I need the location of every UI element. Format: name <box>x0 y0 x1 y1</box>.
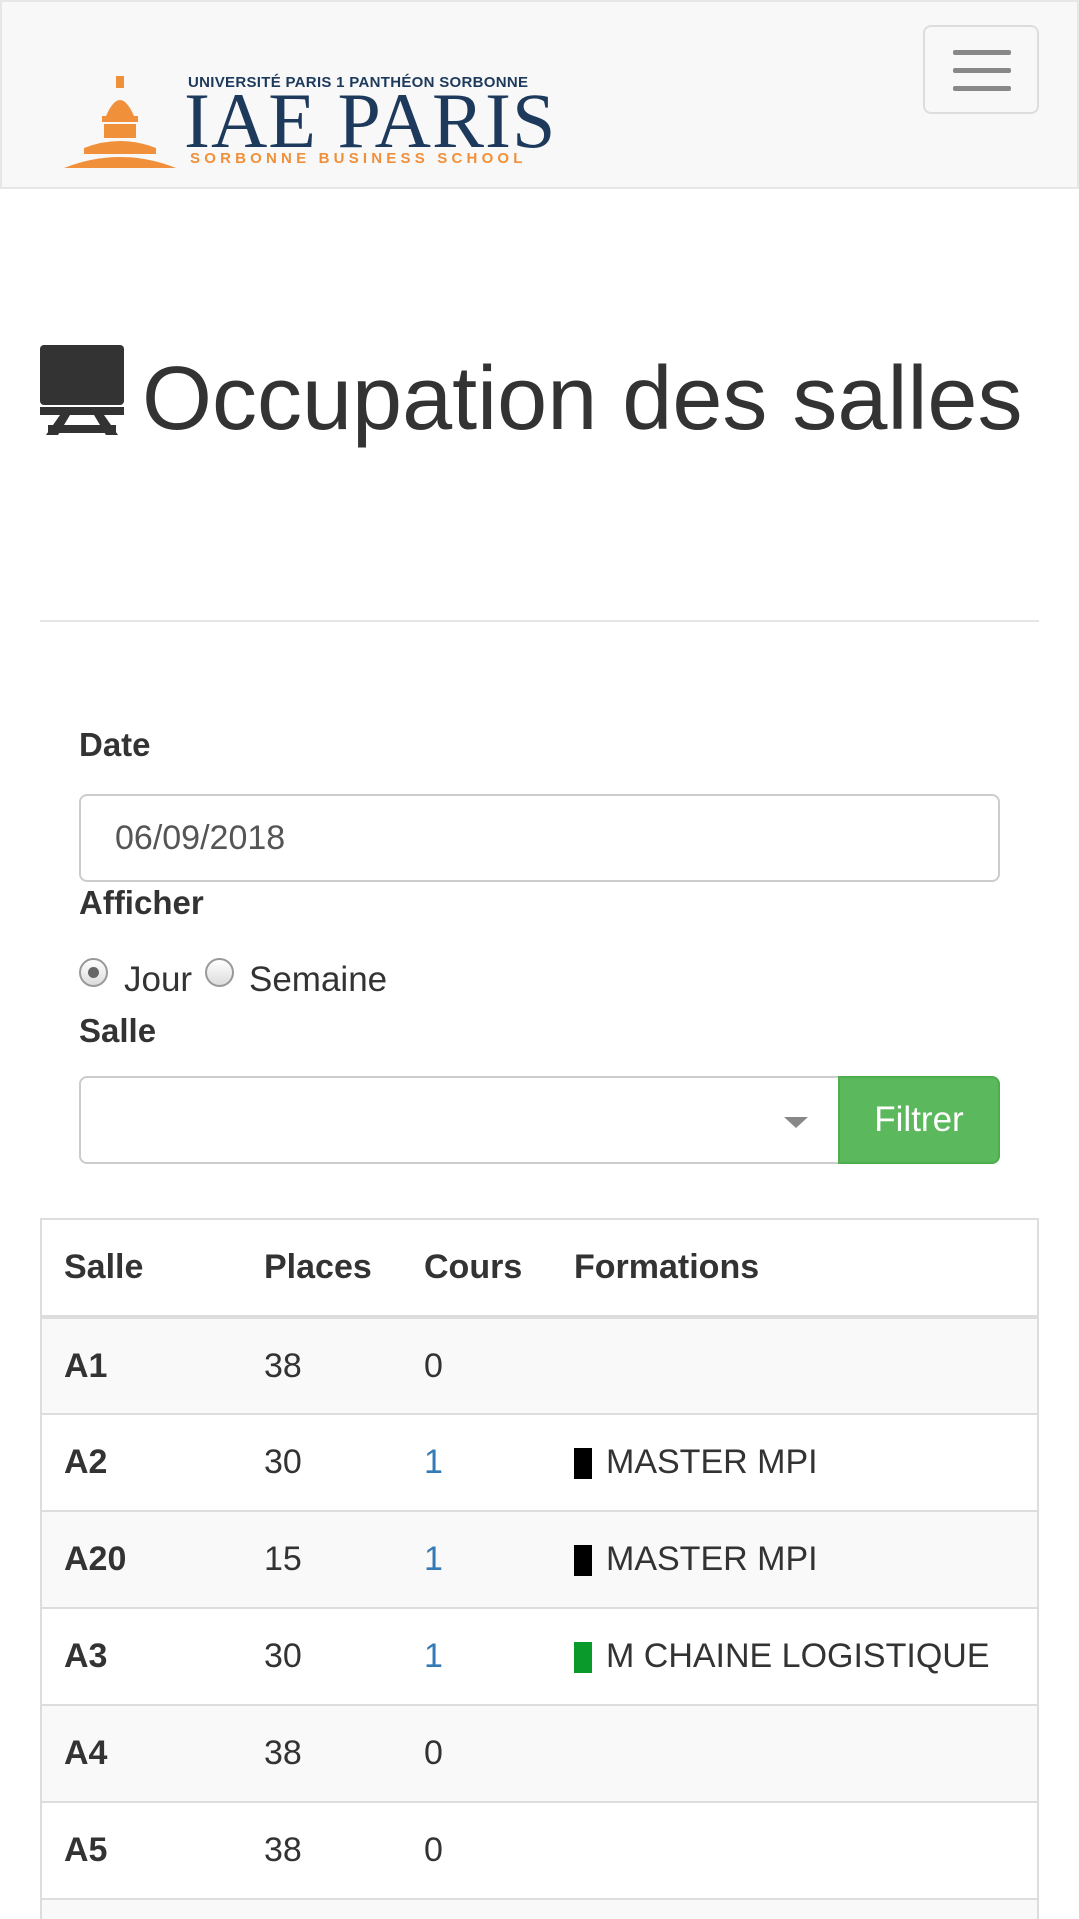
cell-formation <box>552 1801 1037 1899</box>
page-header: Occupation des salles <box>40 345 1040 450</box>
formation-name: M CHAINE LOGISTIQUE <box>606 1637 990 1675</box>
cell-cours: 0 <box>402 1801 552 1899</box>
cell-salle <box>42 1898 242 1919</box>
logo-brand-text: IAE PARIS <box>184 77 557 164</box>
rooms-table-grid: Salle Places Cours Formations A1 38 0 A2… <box>42 1220 1037 1919</box>
radio-semaine-label[interactable]: Semaine <box>249 960 387 1000</box>
formation-color-swatch <box>574 1642 592 1673</box>
cell-salle: A1 <box>42 1316 242 1414</box>
filter-button[interactable]: Filtrer <box>838 1076 1000 1164</box>
cell-places: 30 <box>242 1413 402 1511</box>
col-header-formations: Formations <box>552 1220 1037 1319</box>
table-row: A4 38 0 <box>42 1704 1037 1802</box>
table-header-row: Salle Places Cours Formations <box>42 1220 1037 1319</box>
date-field[interactable]: 06/09/2018 <box>79 794 1000 882</box>
hamburger-icon-bar <box>953 68 1011 73</box>
navbar: UNIVERSITÉ PARIS 1 PANTHÉON SORBONNE IAE… <box>0 0 1079 189</box>
table-row: A5 38 0 <box>42 1801 1037 1899</box>
formation-color-swatch <box>574 1545 592 1576</box>
display-label: Afficher <box>79 884 204 921</box>
cell-salle: A20 <box>42 1510 242 1608</box>
cell-formation: MASTER MPI <box>552 1510 1037 1608</box>
cell-salle: A5 <box>42 1801 242 1899</box>
page-title-text: Occupation des salles <box>142 349 1023 449</box>
cell-cours <box>402 1898 552 1919</box>
table-row: A20 15 1 MASTER MPI <box>42 1510 1037 1608</box>
logo-tagline: SORBONNE BUSINESS SCHOOL <box>190 150 527 167</box>
cell-places: 15 <box>242 1510 402 1608</box>
cell-salle: A4 <box>42 1704 242 1802</box>
cell-cours[interactable]: 1 <box>402 1510 552 1608</box>
chevron-down-icon <box>784 1117 808 1128</box>
formation-name: MASTER MPI <box>606 1540 818 1578</box>
cell-places: 38 <box>242 1801 402 1899</box>
col-header-places: Places <box>242 1220 402 1319</box>
table-row: A3 30 1 M CHAINE LOGISTIQUE <box>42 1607 1037 1705</box>
cours-count-link[interactable]: 1 <box>424 1443 443 1481</box>
cell-cours: 0 <box>402 1704 552 1802</box>
cell-places: 30 <box>242 1607 402 1705</box>
cell-salle: A2 <box>42 1413 242 1511</box>
cell-cours[interactable]: 1 <box>402 1607 552 1705</box>
radio-jour[interactable] <box>79 958 108 987</box>
menu-toggle-button[interactable] <box>923 25 1039 114</box>
cell-places <box>242 1898 402 1919</box>
cell-formation <box>552 1704 1037 1802</box>
cell-places: 38 <box>242 1316 402 1414</box>
desk-icon <box>40 345 124 435</box>
col-header-salle: Salle <box>42 1220 242 1319</box>
iae-paris-logo[interactable]: UNIVERSITÉ PARIS 1 PANTHÉON SORBONNE IAE… <box>64 68 555 172</box>
radio-semaine[interactable] <box>205 958 234 987</box>
cell-cours[interactable]: 1 <box>402 1413 552 1511</box>
cours-count-link[interactable]: 1 <box>424 1637 443 1675</box>
room-label: Salle <box>79 1012 157 1049</box>
cell-formation <box>552 1898 1037 1919</box>
pantheon-dome-icon <box>64 76 176 168</box>
rooms-table: Salle Places Cours Formations A1 38 0 A2… <box>40 1218 1039 1919</box>
room-select[interactable] <box>79 1076 840 1164</box>
hamburger-icon <box>953 50 1011 55</box>
cell-formation <box>552 1316 1037 1414</box>
cell-cours: 0 <box>402 1316 552 1414</box>
radio-jour-label[interactable]: Jour <box>124 960 192 1000</box>
cell-places: 38 <box>242 1704 402 1802</box>
cours-count-link[interactable]: 1 <box>424 1540 443 1578</box>
cell-salle: A3 <box>42 1607 242 1705</box>
col-header-cours: Cours <box>402 1220 552 1319</box>
formation-name: MASTER MPI <box>606 1443 818 1481</box>
formation-color-swatch <box>574 1448 592 1479</box>
hamburger-icon-bar <box>953 86 1011 91</box>
date-label: Date <box>79 726 151 763</box>
cell-formation: M CHAINE LOGISTIQUE <box>552 1607 1037 1705</box>
table-row: A1 38 0 <box>42 1316 1037 1414</box>
cell-formation: MASTER MPI <box>552 1413 1037 1511</box>
page-title: Occupation des salles <box>40 345 1040 450</box>
table-row: A2 30 1 MASTER MPI <box>42 1413 1037 1511</box>
header-divider <box>40 620 1039 622</box>
table-row <box>42 1898 1037 1919</box>
